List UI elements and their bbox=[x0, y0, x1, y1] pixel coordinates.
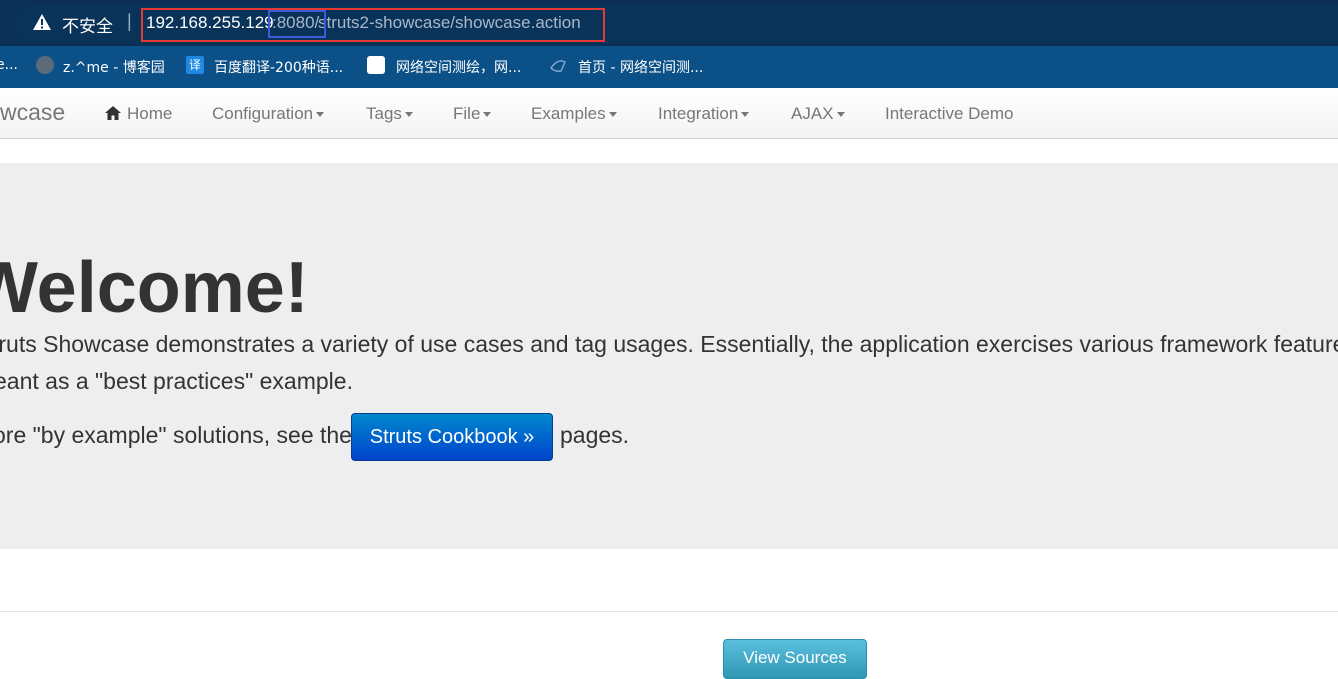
hero-unit: Welcome! truts Showcase demonstrates a v… bbox=[0, 163, 1338, 549]
view-sources-button[interactable]: View Sources bbox=[723, 639, 867, 679]
bookmark-item[interactable]: 百度翻译-200种语... bbox=[214, 57, 343, 77]
nav-ajax-label: AJAX bbox=[791, 104, 834, 123]
nav-integration-label: Integration bbox=[658, 104, 739, 123]
nav-configuration[interactable]: Configuration bbox=[212, 104, 325, 124]
url-highlight-box bbox=[141, 8, 605, 42]
warning-icon[interactable] bbox=[32, 13, 52, 31]
nav-integration[interactable]: Integration bbox=[658, 104, 750, 124]
bookmarks-bar: e... z.^me - 博客园 译 百度翻译-200种语... 网络空间测绘，… bbox=[0, 46, 1338, 88]
nav-examples-label: Examples bbox=[531, 104, 606, 123]
hero-description-cont: eant as a "best practices" example. bbox=[0, 368, 353, 394]
caret-down-icon bbox=[404, 112, 413, 118]
nav-examples[interactable]: Examples bbox=[531, 104, 617, 124]
nav-file[interactable]: File bbox=[453, 104, 492, 124]
home-icon bbox=[105, 106, 121, 120]
bookmark-item[interactable]: 网络空间测绘，网... bbox=[396, 57, 521, 77]
hero-cookbook-prefix: ore "by example" solutions, see the bbox=[0, 422, 352, 448]
bookmark-favicon-icon bbox=[550, 60, 566, 72]
caret-down-icon bbox=[483, 112, 492, 118]
navbar: wcase Home Configuration Tags File Examp… bbox=[0, 88, 1338, 139]
bookmark-item[interactable]: e... bbox=[0, 57, 18, 73]
hero-heading: Welcome! bbox=[0, 248, 309, 328]
translate-icon: 译 bbox=[186, 56, 204, 74]
nav-home[interactable]: Home bbox=[105, 104, 172, 124]
browser-address-bar: 不安全 | 192.168.255.129 :8080/ struts2-sho… bbox=[0, 0, 1338, 46]
nav-tags[interactable]: Tags bbox=[366, 104, 413, 124]
bookmark-favicon-icon bbox=[367, 56, 385, 74]
caret-down-icon bbox=[741, 112, 750, 118]
nav-ajax[interactable]: AJAX bbox=[791, 104, 845, 124]
bookmark-favicon-icon bbox=[36, 56, 54, 74]
caret-down-icon bbox=[316, 112, 325, 118]
nav-home-label: Home bbox=[127, 104, 173, 123]
nav-file-label: File bbox=[453, 104, 481, 123]
navbar-brand[interactable]: wcase bbox=[0, 99, 65, 126]
hero-description: truts Showcase demonstrates a variety of… bbox=[0, 331, 1338, 357]
hero-cookbook-suffix: pages. bbox=[560, 422, 630, 448]
caret-down-icon bbox=[836, 112, 845, 118]
nav-configuration-label: Configuration bbox=[212, 104, 314, 123]
bookmark-item[interactable]: 首页 - 网络空间测... bbox=[578, 57, 703, 77]
nav-interactive-demo[interactable]: Interactive Demo bbox=[885, 104, 1014, 124]
url-separator: | bbox=[127, 11, 132, 31]
port-highlight-box bbox=[268, 10, 326, 38]
nav-interactive-demo-label: Interactive Demo bbox=[885, 104, 1014, 123]
caret-down-icon bbox=[608, 112, 617, 118]
nav-tags-label: Tags bbox=[366, 104, 402, 123]
bookmark-item[interactable]: z.^me - 博客园 bbox=[63, 57, 165, 77]
footer-divider bbox=[0, 611, 1338, 612]
struts-cookbook-button[interactable]: Struts Cookbook » bbox=[351, 413, 553, 461]
insecure-label[interactable]: 不安全 bbox=[62, 12, 113, 37]
